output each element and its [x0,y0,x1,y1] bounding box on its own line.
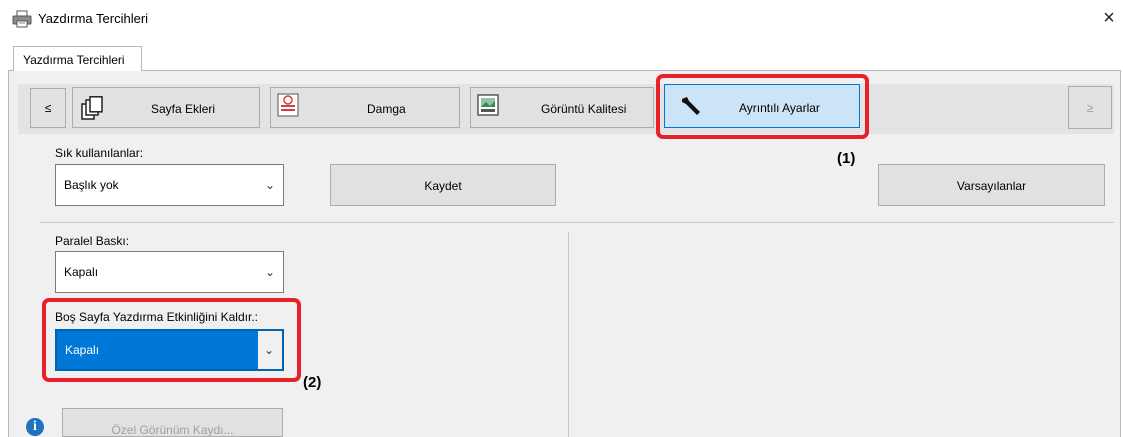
pages-icon [81,96,103,120]
next-glyph: ≥ [1086,101,1094,115]
custom-view-label: Özel Görünüm Kaydı... [111,423,234,437]
tile-label: Sayfa Ekleri [151,102,216,116]
prev-glyph: ≤ [44,101,52,115]
tab-label: Yazdırma Tercihleri [23,53,125,67]
tab-print-preferences[interactable]: Yazdırma Tercihleri [13,46,142,72]
image-quality-icon [477,94,499,116]
parallel-print-label: Paralel Baskı: [55,234,129,248]
close-button[interactable]: × [1097,6,1121,30]
parallel-print-value: Kapalı [64,265,99,279]
title-bar: Yazdırma Tercihleri × [0,0,1123,38]
stamp-icon [277,93,299,117]
tile-label: Damga [367,102,406,116]
window-title: Yazdırma Tercihleri [38,11,149,26]
favorites-select[interactable]: Başlık yok ⌄ [55,164,284,206]
favorites-label-text: Sık kullanılanlar: [55,146,144,160]
callout-box-2 [42,298,301,382]
callout-label-1: (1) [837,150,856,167]
chevron-down-icon: ⌄ [264,178,275,192]
section-divider [40,222,1114,223]
toolbar-prev-button[interactable]: ≤ [30,88,66,128]
custom-view-button[interactable]: Özel Görünüm Kaydı... [62,408,283,437]
parallel-print-select[interactable]: Kapalı ⌄ [55,251,284,293]
column-divider [568,232,569,437]
parallel-print-label-text: Paralel Baskı: [55,234,130,248]
save-button-label: Kaydet [424,179,462,193]
callout-box-1 [656,74,869,139]
callout-label-2: (2) [303,374,322,391]
toolbar-next-button[interactable]: ≥ [1068,86,1112,129]
tile-goruntu-kalitesi[interactable]: Görüntü Kalitesi [470,87,654,128]
save-button[interactable]: Kaydet [330,164,556,206]
tile-label: Görüntü Kalitesi [541,102,627,116]
defaults-button[interactable]: Varsayılanlar [878,164,1105,206]
favorites-select-value: Başlık yok [64,178,119,192]
tile-sayfa-ekleri[interactable]: Sayfa Ekleri [72,87,260,128]
chevron-down-icon: ⌄ [264,265,275,279]
defaults-button-label: Varsayılanlar [956,179,1027,193]
info-icon[interactable]: i [26,418,44,436]
favorites-label: Sık kullanılanlar: [55,146,143,160]
printer-icon [12,10,32,28]
tile-damga[interactable]: Damga [270,87,460,128]
